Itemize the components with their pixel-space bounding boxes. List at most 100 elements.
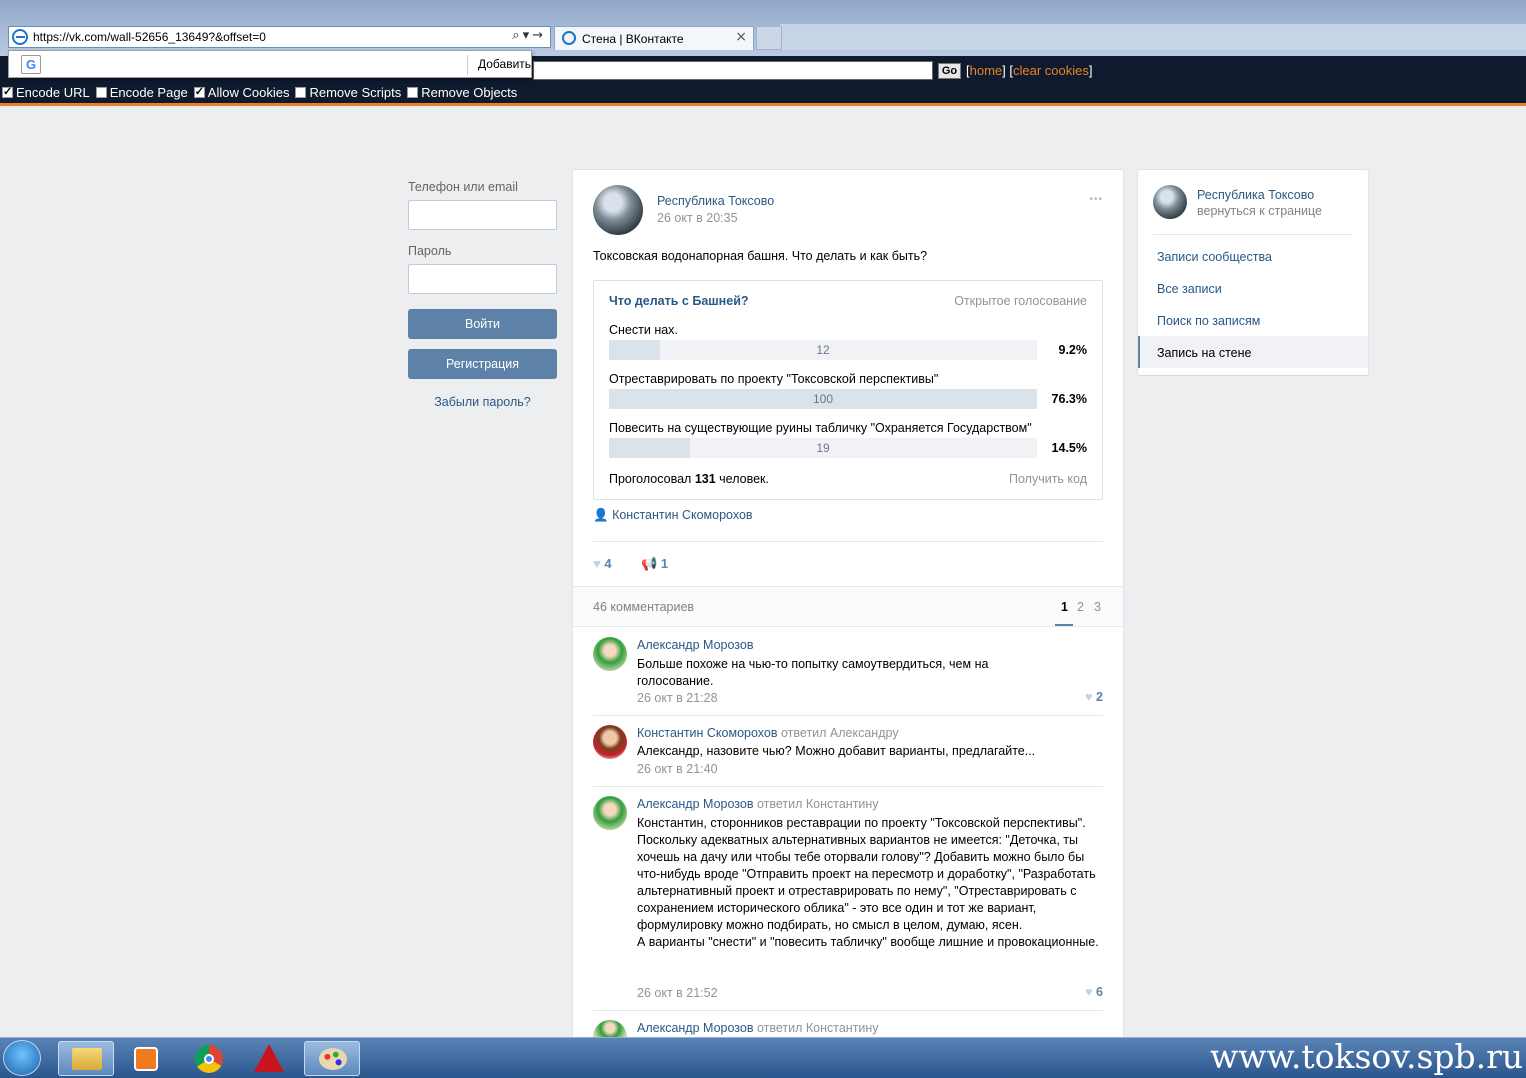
- tab-close-icon[interactable]: ×: [735, 29, 747, 45]
- comment-like-button[interactable]: ♥ 6: [1085, 985, 1103, 999]
- google-search-icon[interactable]: G: [21, 55, 41, 74]
- comment-reply-to[interactable]: ответил Константину: [757, 797, 879, 811]
- password-input[interactable]: [408, 264, 557, 294]
- comments-count: 46 комментариев: [593, 600, 695, 614]
- add-search-provider-button[interactable]: Добавить: [478, 57, 531, 71]
- address-bar[interactable]: https://vk.com/wall-52656_13649?&offset=…: [8, 26, 551, 48]
- start-button[interactable]: [3, 1040, 41, 1076]
- comment-reply-to[interactable]: ответил Константину: [757, 1021, 879, 1035]
- wall-post: Республика Токсово 26 окт в 20:35 ••• То…: [573, 170, 1123, 1040]
- like-button[interactable]: ♥ 4: [593, 556, 612, 571]
- dropdown-separator: [467, 55, 468, 75]
- poll-title: Что делать с Башней?: [609, 294, 749, 308]
- new-tab-button[interactable]: [756, 26, 782, 50]
- poll-option-label: Повесить на существующие руины табличку …: [609, 421, 1032, 435]
- opt-remove-objects[interactable]: Remove Objects: [407, 85, 517, 100]
- comment-divider: [593, 715, 1103, 716]
- poll-option-percent: 76.3%: [1051, 392, 1087, 406]
- poll-get-code-link[interactable]: Получить код: [1009, 472, 1087, 486]
- comment-header: Александр Морозов ответил Константину: [637, 797, 879, 811]
- ie-tab-icon: [562, 31, 576, 45]
- commenter-avatar[interactable]: [593, 725, 627, 759]
- menu-divider: [1153, 234, 1352, 235]
- heart-icon: ♥: [1085, 985, 1093, 999]
- page-3-link[interactable]: 3: [1094, 600, 1101, 614]
- comment-author[interactable]: Константин Скоморохов: [637, 726, 778, 740]
- register-button[interactable]: Регистрация: [408, 349, 557, 379]
- more-actions-icon[interactable]: •••: [1089, 194, 1103, 205]
- group-avatar[interactable]: [593, 185, 643, 235]
- login-button[interactable]: Войти: [408, 309, 557, 339]
- back-to-page-link[interactable]: вернуться к странице: [1197, 204, 1322, 218]
- poll-total-count: 131: [694, 472, 716, 486]
- autocad-taskbar-button[interactable]: [240, 1041, 296, 1076]
- ie-icon: [12, 29, 28, 45]
- proxy-home-link[interactable]: home: [970, 63, 1003, 78]
- commenter-avatar[interactable]: [593, 796, 627, 830]
- menu-item-search-posts[interactable]: Поиск по записям: [1157, 314, 1260, 328]
- background-tabs-strip: [780, 24, 1526, 50]
- explorer-taskbar-button[interactable]: [58, 1041, 114, 1076]
- site-watermark: www.toksov.spb.ru: [1210, 1037, 1524, 1076]
- share-button[interactable]: 📢 1: [641, 556, 668, 572]
- comment-header: Александр Морозов ответил Константину: [637, 1021, 879, 1035]
- menu-item-community-posts[interactable]: Записи сообщества: [1157, 250, 1272, 264]
- paint-taskbar-button[interactable]: [304, 1041, 360, 1076]
- address-dropdown: G Добавить: [8, 50, 532, 78]
- opt-remove-scripts[interactable]: Remove Scripts: [295, 85, 401, 100]
- media-player-taskbar-button[interactable]: [118, 1041, 174, 1076]
- comment-text: Константин, сторонников реставрации по п…: [637, 816, 1099, 949]
- chrome-icon-center: [204, 1054, 214, 1064]
- menu-item-wall-post[interactable]: Запись на стене: [1157, 346, 1251, 360]
- browser-tab[interactable]: Стена | ВКонтакте ×: [554, 26, 754, 50]
- opt-encode-page[interactable]: Encode Page: [95, 85, 188, 100]
- search-go-icons[interactable]: ⌕▾→: [512, 28, 546, 43]
- tab-title: Стена | ВКонтакте: [582, 32, 684, 46]
- group-avatar-small[interactable]: [1153, 185, 1187, 219]
- opt-encode-url[interactable]: Encode URL: [2, 85, 90, 100]
- comment-date[interactable]: 26 окт в 21:28: [637, 691, 718, 705]
- post-divider: [593, 541, 1103, 542]
- chrome-taskbar-button[interactable]: [182, 1041, 238, 1076]
- comment-author[interactable]: Александр Морозов: [637, 1021, 753, 1035]
- checkbox-icon[interactable]: [2, 85, 13, 98]
- comment-date[interactable]: 26 окт в 21:52: [637, 986, 718, 1000]
- poll-type: Открытое голосование: [954, 294, 1087, 308]
- menu-group-name[interactable]: Республика Токсово: [1197, 188, 1314, 202]
- checkbox-icon[interactable]: [407, 87, 419, 98]
- comment-author[interactable]: Александр Морозов: [637, 797, 753, 811]
- comment-reply-to[interactable]: ответил Александру: [781, 726, 899, 740]
- proxy-links: [home] [clear cookies]: [966, 63, 1093, 78]
- post-text: Токсовская водонапорная башня. Что делат…: [593, 249, 928, 263]
- address-url[interactable]: https://vk.com/wall-52656_13649?&offset=…: [33, 30, 266, 44]
- right-menu: Республика Токсово вернуться к странице …: [1138, 170, 1368, 375]
- poll-option-label: Снести нах.: [609, 323, 678, 337]
- forgot-password-link[interactable]: Забыли пароль?: [408, 395, 557, 409]
- comment-like-button[interactable]: ♥ 2: [1085, 690, 1103, 704]
- poll-option-bar[interactable]: 19: [609, 438, 1037, 458]
- page-1-link[interactable]: 1: [1061, 600, 1068, 614]
- comment-date[interactable]: 26 окт в 21:40: [637, 762, 718, 776]
- proxy-options: Encode URL Encode Page Allow Cookies Rem…: [2, 85, 517, 100]
- proxy-clear-cookies-link[interactable]: clear cookies: [1013, 63, 1089, 78]
- poll-total: Проголосовал 131 человек.: [609, 472, 769, 486]
- menu-item-all-posts[interactable]: Все записи: [1157, 282, 1222, 296]
- commenter-avatar[interactable]: [593, 637, 627, 671]
- poll-option-bar[interactable]: 12: [609, 340, 1037, 360]
- comment-author[interactable]: Александр Морозов: [637, 638, 753, 652]
- post-author[interactable]: Республика Токсово: [657, 194, 774, 208]
- checkbox-icon[interactable]: [295, 87, 307, 98]
- opt-allow-cookies[interactable]: Allow Cookies: [193, 85, 289, 100]
- post-date[interactable]: 26 окт в 20:35: [657, 211, 738, 225]
- heart-icon: ♥: [1085, 690, 1093, 704]
- checkbox-icon[interactable]: [193, 85, 205, 98]
- post-signer[interactable]: 👤 Константин Скоморохов: [593, 508, 753, 523]
- comment-text: Александр, назовите чью? Можно добавит в…: [637, 744, 1036, 758]
- proxy-go-button[interactable]: Go: [938, 63, 961, 79]
- poll-option-bar[interactable]: 100: [609, 389, 1037, 409]
- phone-input[interactable]: [408, 200, 557, 230]
- proxy-url-input[interactable]: [533, 61, 933, 80]
- page-2-link[interactable]: 2: [1077, 600, 1084, 614]
- comment-header: Константин Скоморохов ответил Александру: [637, 726, 899, 740]
- checkbox-icon[interactable]: [95, 87, 107, 98]
